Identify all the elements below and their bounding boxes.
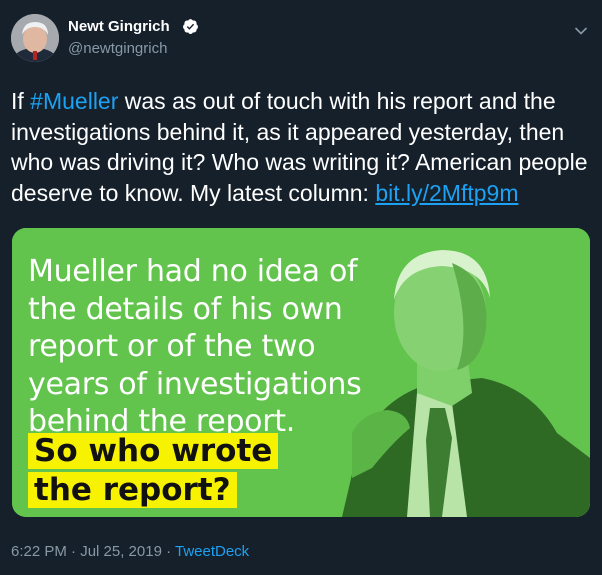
quote-line: report or of the two bbox=[28, 329, 316, 364]
highlight-line: So who wrote bbox=[28, 433, 279, 469]
highlight-line: the report? bbox=[28, 472, 237, 508]
image-quote: Mueller had no idea of the details of hi… bbox=[28, 253, 362, 441]
tweet-card: Newt Gingrich @newtgingrich If #Mueller … bbox=[0, 0, 602, 575]
tweet-media-image[interactable]: Mueller had no idea of the details of hi… bbox=[12, 228, 590, 517]
tweet-text-prefix: If bbox=[11, 88, 31, 114]
chevron-down-icon[interactable] bbox=[574, 26, 588, 36]
hashtag-link[interactable]: #Mueller bbox=[30, 88, 118, 114]
quote-line: the details of his own bbox=[28, 291, 343, 327]
tweet-meta: 6:22 PM · Jul 25, 2019 · TweetDeck bbox=[11, 543, 249, 560]
column-link[interactable]: bit.ly/2Mftp9m bbox=[375, 180, 518, 206]
display-name[interactable]: Newt Gingrich bbox=[68, 18, 170, 35]
quote-line: years of investigations bbox=[28, 366, 362, 402]
tweet-text: If #Mueller was as out of touch with his… bbox=[11, 86, 591, 208]
avatar[interactable] bbox=[11, 14, 59, 62]
verified-badge-icon bbox=[183, 19, 198, 34]
profile-photo bbox=[11, 14, 59, 62]
timestamp[interactable]: 6:22 PM · Jul 25, 2019 · bbox=[11, 543, 175, 560]
source-app-link[interactable]: TweetDeck bbox=[175, 543, 249, 560]
quote-line: Mueller had no idea of bbox=[28, 254, 358, 289]
handle[interactable]: @newtgingrich bbox=[68, 40, 167, 57]
